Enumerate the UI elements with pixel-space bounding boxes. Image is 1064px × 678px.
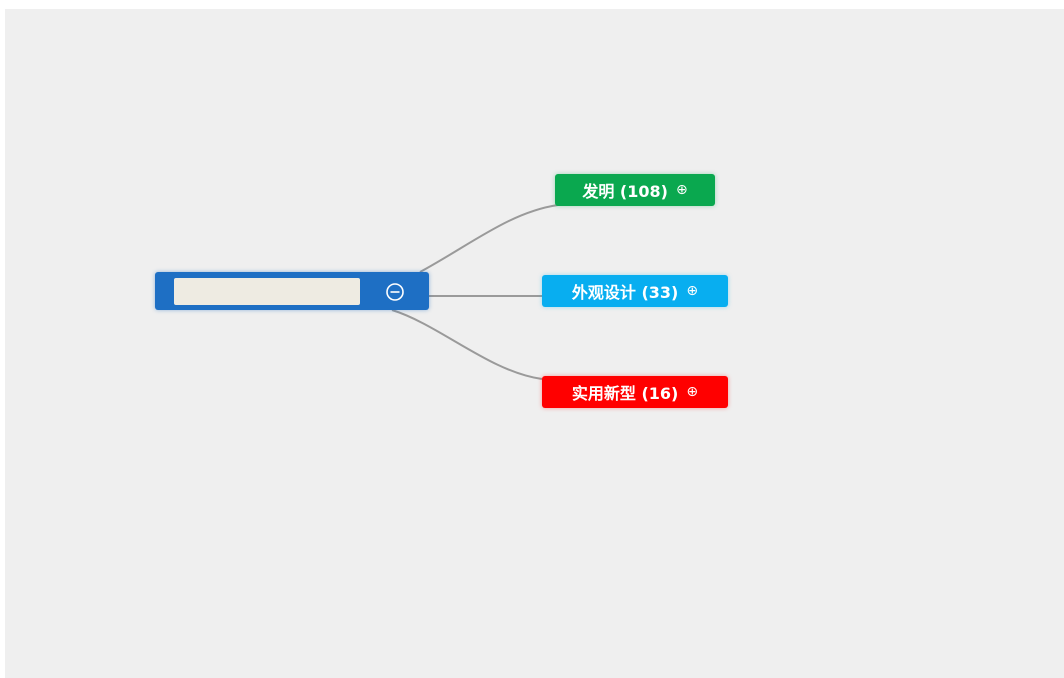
- child-node-invention[interactable]: 发明 (108) ⊕: [555, 174, 715, 206]
- expand-plus-circle-icon[interactable]: ⊕: [676, 182, 688, 198]
- expand-plus-circle-icon[interactable]: ⊕: [686, 384, 698, 400]
- link-root-to-utility: [391, 309, 543, 380]
- child-node-utility-model[interactable]: 实用新型 (16) ⊕: [542, 376, 728, 408]
- mindmap-links: [391, 204, 559, 380]
- link-root-to-invention: [419, 204, 559, 273]
- child-node-design[interactable]: 外观设计 (33) ⊕: [542, 275, 728, 307]
- root-node-label: [174, 278, 360, 305]
- child-node-label: 发明 (108): [582, 182, 668, 201]
- child-node-label: 外观设计 (33): [571, 283, 679, 302]
- expand-plus-circle-icon[interactable]: ⊕: [686, 283, 698, 299]
- child-node-label: 实用新型 (16): [571, 384, 679, 403]
- collapse-minus-circle-icon[interactable]: [383, 280, 407, 304]
